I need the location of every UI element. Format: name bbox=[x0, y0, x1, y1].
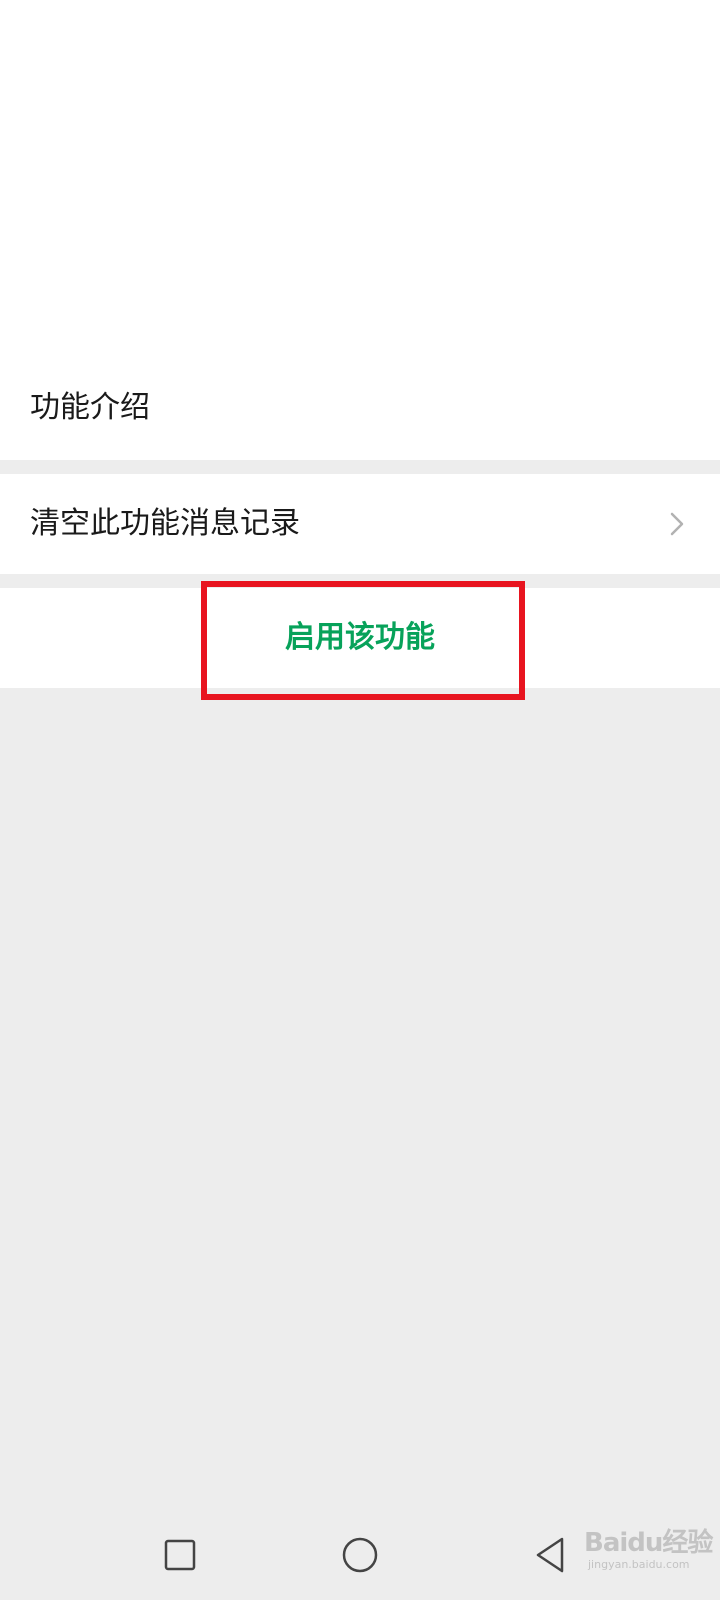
enable-feature-label: 启用该功能 bbox=[285, 620, 435, 655]
chevron-right-icon bbox=[670, 512, 684, 536]
watermark-url-text: jingyan.baidu.com bbox=[588, 1558, 690, 1571]
enable-feature-button[interactable]: 启用该功能 bbox=[0, 588, 720, 688]
triangle-back-icon bbox=[536, 1537, 564, 1573]
clear-messages-label: 清空此功能消息记录 bbox=[30, 506, 300, 541]
back-button[interactable] bbox=[520, 1510, 580, 1600]
feature-intro-label: 功能介绍 bbox=[30, 390, 150, 425]
baidu-jingyan-watermark: Baidu经验 jingyan.baidu.com bbox=[584, 1518, 714, 1580]
clear-messages-row[interactable]: 清空此功能消息记录 bbox=[0, 474, 720, 574]
home-button[interactable] bbox=[330, 1510, 390, 1600]
circle-icon bbox=[342, 1537, 378, 1573]
square-icon bbox=[164, 1539, 196, 1571]
feature-intro-section: 功能介绍 bbox=[0, 0, 720, 460]
watermark-logo-text: Baidu经验 bbox=[584, 1528, 713, 1558]
recent-apps-button[interactable] bbox=[150, 1510, 210, 1600]
